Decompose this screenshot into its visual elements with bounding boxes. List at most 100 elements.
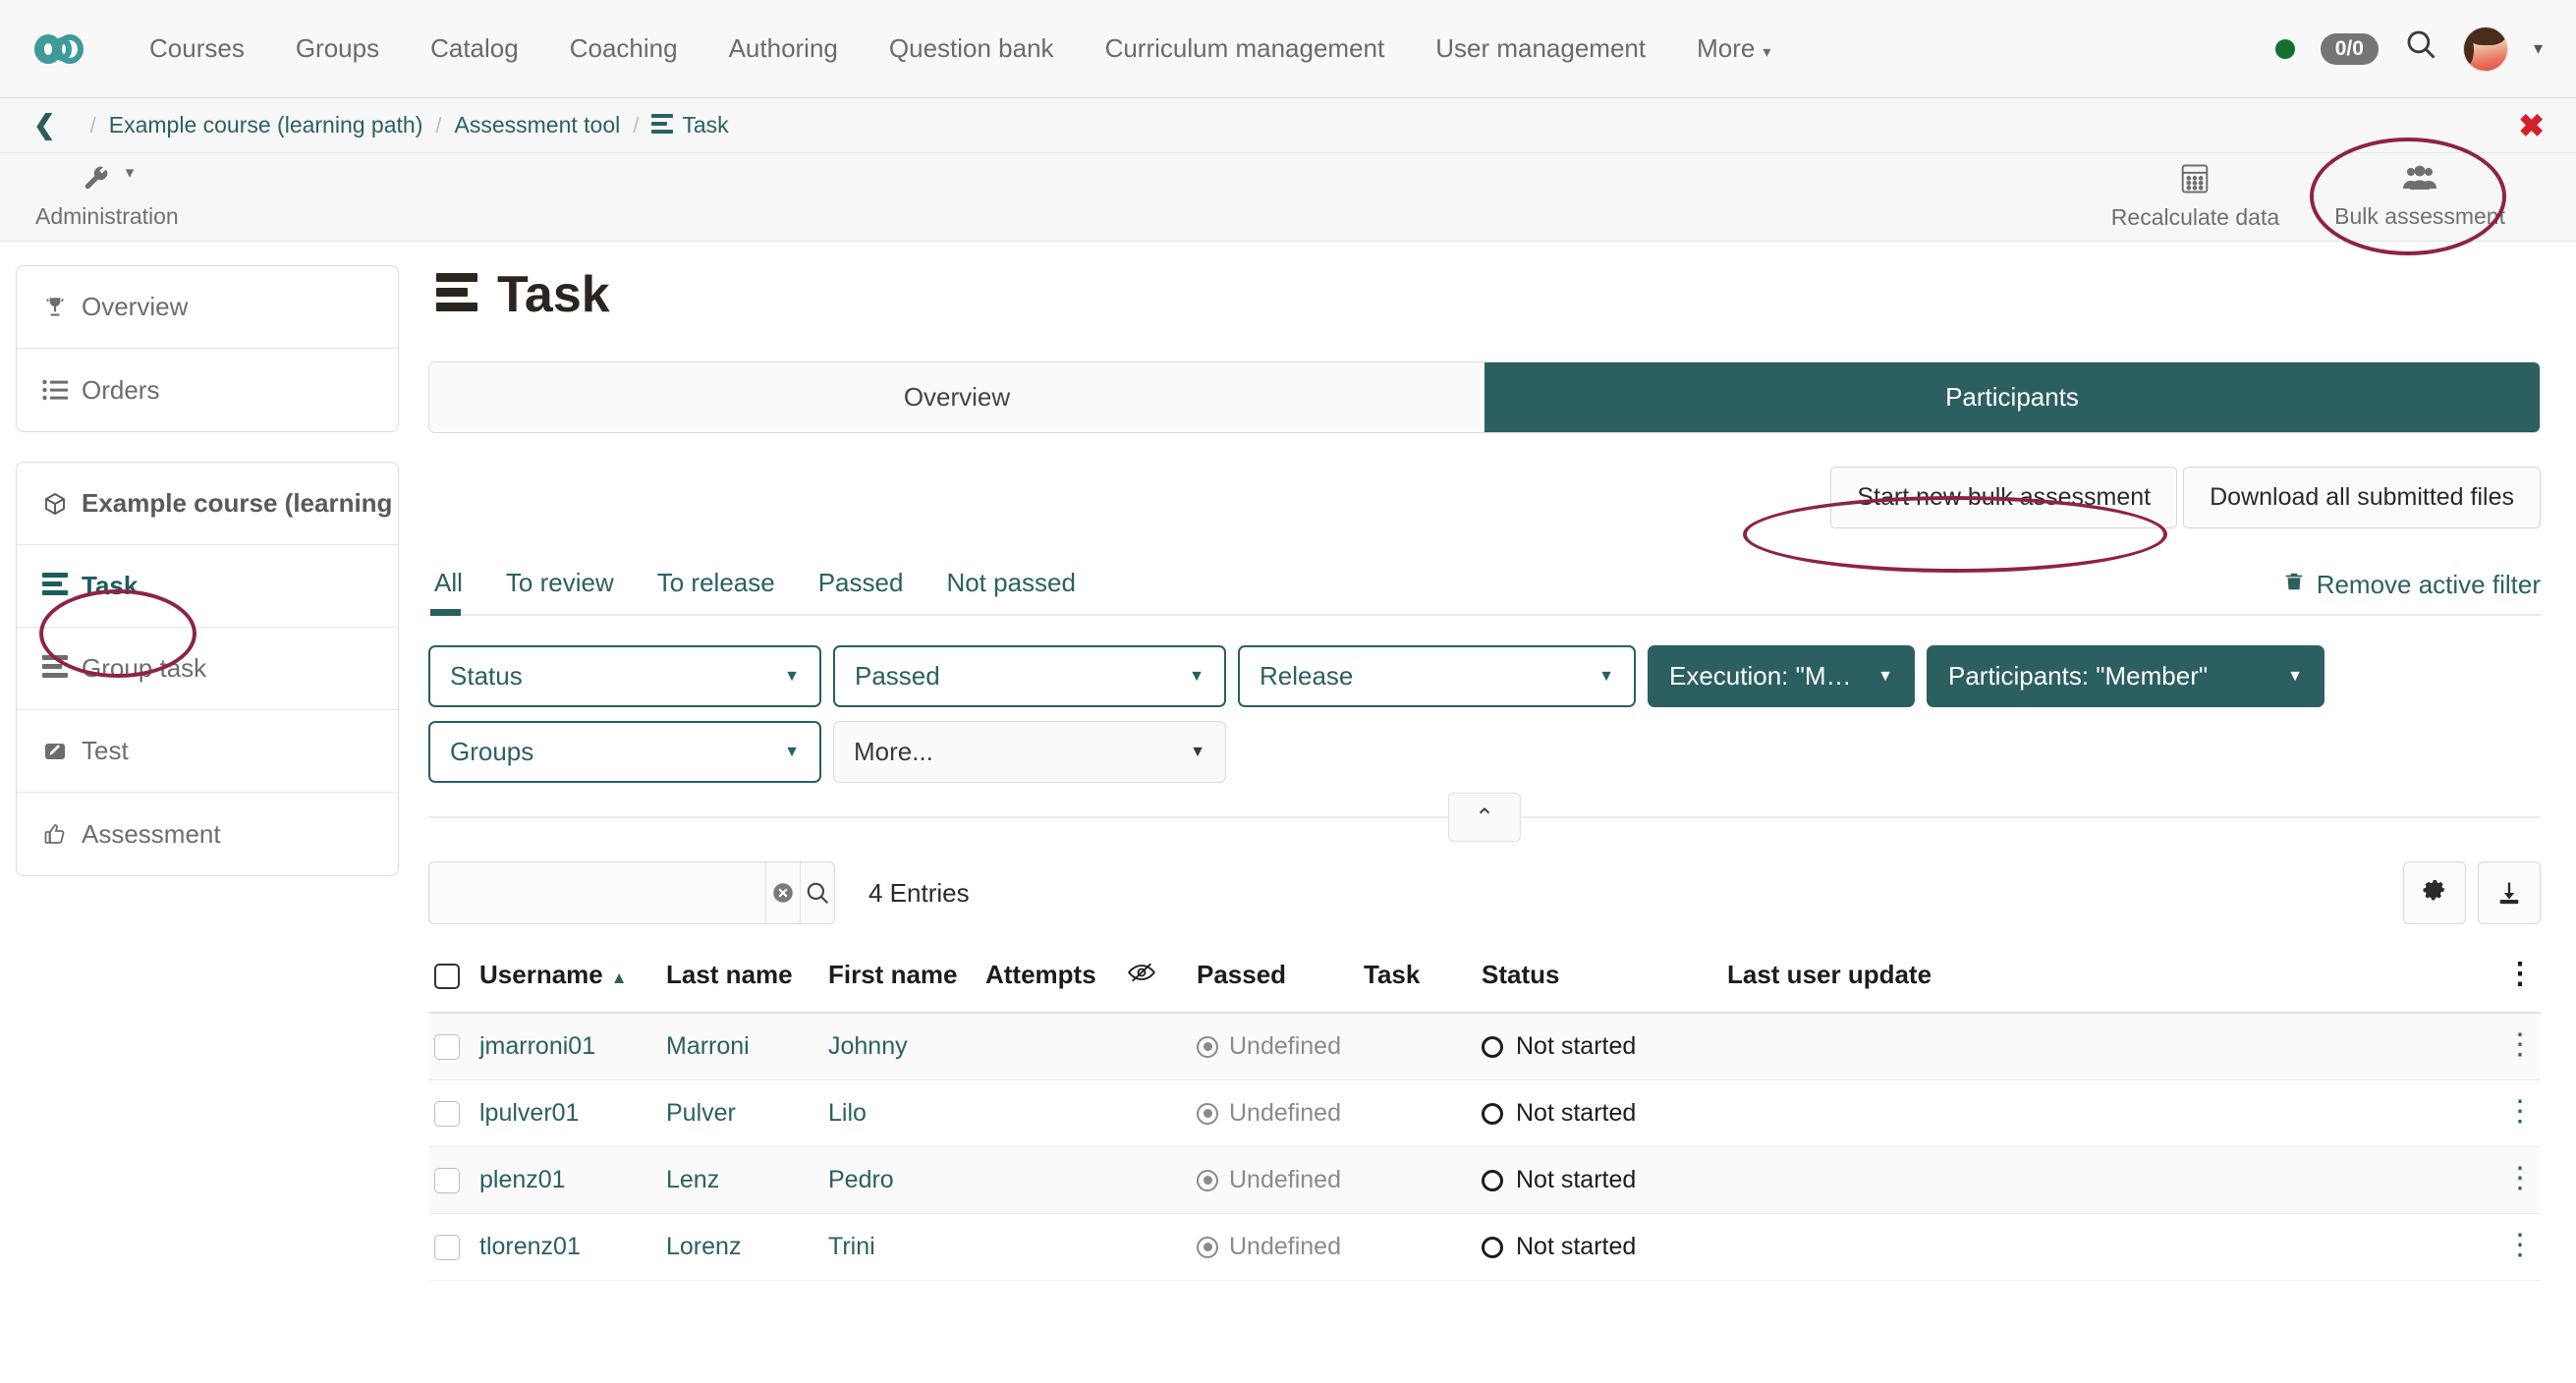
task-icon <box>436 273 477 317</box>
breadcrumb-item-task[interactable]: Task <box>651 112 728 138</box>
nav-item-curriculum-management[interactable]: Curriculum management <box>1080 33 1411 64</box>
cell-first-name[interactable]: Trini <box>822 1214 980 1281</box>
cell-status: Not started <box>1476 1147 1721 1214</box>
cell-first-name[interactable]: Lilo <box>822 1080 980 1147</box>
table-row[interactable]: tlorenz01 Lorenz Trini Undefined Not sta… <box>428 1214 2541 1281</box>
column-status[interactable]: Status <box>1476 950 1721 1013</box>
column-visibility[interactable] <box>1122 950 1191 1013</box>
sidebar-item-task[interactable]: Task <box>17 545 398 628</box>
tab-participants[interactable]: Participants <box>1484 362 2540 432</box>
undefined-status-icon <box>1197 1036 1218 1058</box>
cell-attempts <box>980 1080 1122 1147</box>
chevron-down-icon[interactable]: ▾ <box>2534 38 2543 59</box>
filter-tab-not-passed[interactable]: Not passed <box>924 568 1097 614</box>
tab-overview[interactable]: Overview <box>429 362 1484 432</box>
status-label: Not started <box>1516 1233 1636 1261</box>
table-row[interactable]: lpulver01 Pulver Lilo Undefined Not star… <box>428 1080 2541 1147</box>
kebab-icon[interactable]: ⋮ <box>2505 1028 2535 1061</box>
cell-first-name[interactable]: Pedro <box>822 1147 980 1214</box>
kebab-icon[interactable]: ⋮ <box>2505 1095 2535 1128</box>
row-checkbox[interactable] <box>434 1034 460 1060</box>
filter-passed-dropdown[interactable]: Passed ▼ <box>833 645 1226 707</box>
column-username[interactable]: Username▲ <box>474 950 660 1013</box>
cell-first-name[interactable]: Johnny <box>822 1013 980 1080</box>
column-actions[interactable]: ⋮ <box>2492 950 2541 1013</box>
cell-last-name[interactable]: Pulver <box>660 1080 822 1147</box>
kebab-icon[interactable]: ⋮ <box>2505 1229 2535 1261</box>
sidebar-item-orders[interactable]: Orders <box>17 349 398 431</box>
close-icon[interactable]: ✖ <box>2518 110 2545 141</box>
filter-tabs-list: All To review To release Passed Not pass… <box>428 568 1097 614</box>
sidebar-item-group-task[interactable]: Group task <box>17 628 398 710</box>
nav-item-user-management[interactable]: User management <box>1410 33 1671 64</box>
kebab-icon[interactable]: ⋮ <box>2505 1162 2535 1194</box>
filter-execution-dropdown[interactable]: Execution: "Mandatory, Opti... ▼ <box>1648 645 1915 707</box>
table-row[interactable]: plenz01 Lenz Pedro Undefined Not started… <box>428 1147 2541 1214</box>
column-last-user-update[interactable]: Last user update <box>1721 950 2492 1013</box>
filter-tab-to-release[interactable]: To release <box>636 568 797 614</box>
download-icon[interactable] <box>2478 861 2541 924</box>
sidebar-item-test[interactable]: Test <box>17 710 398 793</box>
filter-status-dropdown[interactable]: Status ▼ <box>428 645 821 707</box>
search-icon[interactable] <box>2404 28 2437 70</box>
column-attempts[interactable]: Attempts <box>980 950 1122 1013</box>
remove-active-filter-button[interactable]: Remove active filter <box>2283 570 2541 614</box>
breadcrumb-item-course[interactable]: Example course (learning path) <box>109 112 423 138</box>
nav-item-coaching[interactable]: Coaching <box>544 33 703 64</box>
column-last-name[interactable]: Last name <box>660 950 822 1013</box>
breadcrumb-label: Task <box>682 112 728 138</box>
download-all-submitted-files-button[interactable]: Download all submitted files <box>2183 467 2541 528</box>
select-all-checkbox[interactable] <box>434 964 460 989</box>
gear-icon[interactable] <box>2403 861 2466 924</box>
administration-button[interactable]: ▾ Administration <box>20 162 195 232</box>
cell-username[interactable]: tlorenz01 <box>474 1214 660 1281</box>
filter-groups-dropdown[interactable]: Groups ▼ <box>428 721 821 783</box>
row-checkbox[interactable] <box>434 1101 460 1127</box>
clear-icon[interactable] <box>765 862 800 923</box>
table-head: Username▲ Last name First name Attempts … <box>428 950 2541 1013</box>
cell-username[interactable]: jmarroni01 <box>474 1013 660 1080</box>
breadcrumb-item-assessment-tool[interactable]: Assessment tool <box>454 112 620 138</box>
filter-participants-dropdown[interactable]: Participants: "Member" ▼ <box>1927 645 2324 707</box>
nav-item-catalog[interactable]: Catalog <box>405 33 544 64</box>
cell-last-name[interactable]: Lorenz <box>660 1214 822 1281</box>
bulk-assessment-button[interactable]: Bulk assessment <box>2319 162 2521 232</box>
search-input[interactable] <box>429 862 765 923</box>
filter-more-dropdown[interactable]: More... ▼ <box>833 721 1226 783</box>
column-task[interactable]: Task <box>1358 950 1476 1013</box>
notification-counter-badge[interactable]: 0/0 <box>2321 33 2379 65</box>
cell-username[interactable]: lpulver01 <box>474 1080 660 1147</box>
nav-item-courses[interactable]: Courses <box>124 33 270 64</box>
row-select-cell <box>428 1080 474 1147</box>
infinity-logo[interactable] <box>33 28 124 71</box>
nav-item-groups[interactable]: Groups <box>270 33 405 64</box>
cell-last-name[interactable]: Lenz <box>660 1147 822 1214</box>
sidebar-item-assessment[interactable]: Assessment <box>17 793 398 875</box>
chevron-up-icon[interactable]: ⌃ <box>1448 793 1521 842</box>
kebab-icon[interactable]: ⋮ <box>2505 958 2535 990</box>
cell-last-name[interactable]: Marroni <box>660 1013 822 1080</box>
cell-username[interactable]: plenz01 <box>474 1147 660 1214</box>
nav-item-more[interactable]: More▾ <box>1671 33 1796 64</box>
nav-label: Coaching <box>570 33 678 63</box>
sidebar-course-header[interactable]: Example course (learning <box>17 463 398 545</box>
chevron-down-icon: ▾ <box>1763 44 1770 61</box>
search-icon[interactable] <box>800 862 834 923</box>
column-passed[interactable]: Passed <box>1191 950 1358 1013</box>
row-checkbox[interactable] <box>434 1168 460 1193</box>
column-first-name[interactable]: First name <box>822 950 980 1013</box>
filter-tab-all[interactable]: All <box>428 568 484 614</box>
table-row[interactable]: jmarroni01 Marroni Johnny Undefined Not … <box>428 1013 2541 1080</box>
recalculate-data-button[interactable]: Recalculate data <box>2096 161 2295 233</box>
sidebar: Overview Orders Example course (learn <box>16 265 399 1281</box>
nav-item-question-bank[interactable]: Question bank <box>864 33 1080 64</box>
back-button[interactable]: ❮ <box>33 110 56 140</box>
filter-tab-to-review[interactable]: To review <box>484 568 636 614</box>
row-checkbox[interactable] <box>434 1235 460 1260</box>
nav-item-authoring[interactable]: Authoring <box>703 33 864 64</box>
sidebar-item-overview[interactable]: Overview <box>17 266 398 349</box>
avatar[interactable] <box>2463 27 2508 72</box>
filter-tab-passed[interactable]: Passed <box>797 568 925 614</box>
start-new-bulk-assessment-button[interactable]: Start new bulk assessment <box>1830 467 2177 528</box>
filter-release-dropdown[interactable]: Release ▼ <box>1238 645 1636 707</box>
